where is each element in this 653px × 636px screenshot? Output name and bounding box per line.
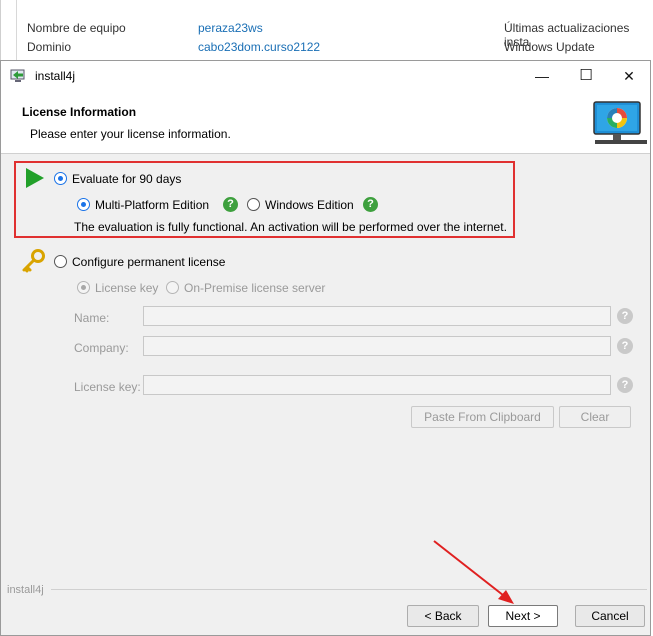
annotation-arrow-overlay: [433, 540, 514, 604]
annotation-arrow-line: [433, 540, 509, 600]
